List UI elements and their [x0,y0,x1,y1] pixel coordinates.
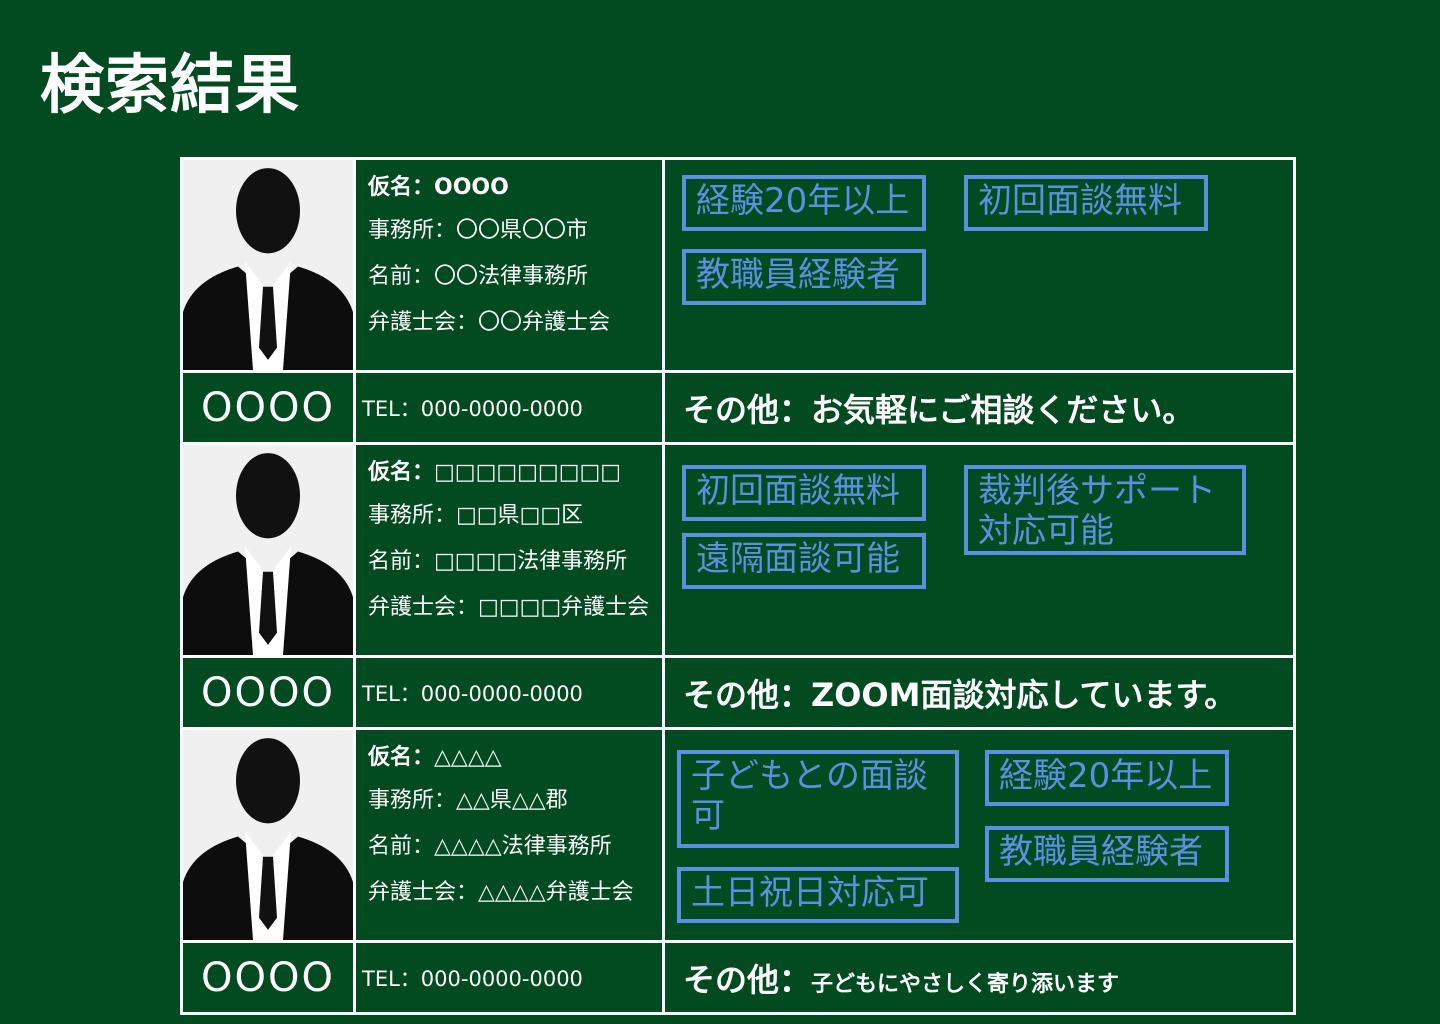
tags-cell: 初回面談無料 裁判後サポート対応可能 遠隔面談可能 [662,442,1296,658]
tag-badge[interactable]: 初回面談無料 [964,175,1208,231]
other-label: その他： [683,390,812,429]
result-row: 仮名：OOOO 事務所：〇〇県〇〇市 名前：〇〇法律事務所 弁護士会：〇〇弁護士… [180,157,1296,373]
lawyer-info-cell: 仮名：△△△△ 事務所：△△県△△郡 名前：△△△△法律事務所 弁護士会：△△△… [353,727,665,943]
tag-badge[interactable]: 初回面談無料 [682,465,926,521]
tags-cell: 子どもとの面談可 経験20年以上 教職員経験者 土日祝日対応可 [662,727,1296,943]
result-contact-row: OOOO TEL：000-0000-0000 その他：ZOOM面談対応しています… [180,655,1296,730]
tag-badge[interactable]: 裁判後サポート対応可能 [964,465,1246,555]
person-silhouette-icon [184,731,352,939]
other-text: 子どもにやさしく寄り添います [811,971,1120,997]
bar-association-text: 弁護士会：△△△△弁護士会 [368,880,634,905]
person-silhouette-icon [184,446,352,654]
lawyer-photo-cell [180,157,356,373]
other-text: お気軽にご相談ください。 [811,390,1195,429]
alias-text: 仮名：□□□□□□□□□ [368,460,622,485]
bar-association-text: 弁護士会：〇〇弁護士会 [368,310,611,335]
result-row: 仮名：□□□□□□□□□ 事務所：□□県□□区 名前：□□□□法律事務所 弁護士… [180,442,1296,658]
lawyer-photo-cell [180,442,356,658]
bar-association-text: 弁護士会：□□□□弁護士会 [368,595,650,620]
other-label: その他： [683,960,812,999]
other-note: その他：ZOOM面談対応しています。 [662,655,1296,730]
lawyer-name: OOOO [180,655,356,730]
tel-text: TEL：000-0000-0000 [353,940,665,1015]
tag-badge[interactable]: 遠隔面談可能 [682,533,926,589]
tag-badge[interactable]: 経験20年以上 [985,750,1229,806]
result-contact-row: OOOO TEL：000-0000-0000 その他：お気軽にご相談ください。 [180,370,1296,445]
tags-cell: 経験20年以上 初回面談無料 教職員経験者 [662,157,1296,373]
other-note: その他：お気軽にご相談ください。 [662,370,1296,445]
firm-text: 名前：〇〇法律事務所 [368,264,589,289]
tel-text: TEL：000-0000-0000 [353,370,665,445]
office-text: 事務所：□□県□□区 [368,503,584,528]
lawyer-info-cell: 仮名：OOOO 事務所：〇〇県〇〇市 名前：〇〇法律事務所 弁護士会：〇〇弁護士… [353,157,665,373]
tag-badge[interactable]: 教職員経験者 [682,249,926,305]
lawyer-photo-cell [180,727,356,943]
office-text: 事務所：〇〇県〇〇市 [368,218,589,243]
other-label: その他： [683,675,812,714]
other-note: その他：子どもにやさしく寄り添います [662,940,1296,1015]
search-results-table: 仮名：OOOO 事務所：〇〇県〇〇市 名前：〇〇法律事務所 弁護士会：〇〇弁護士… [180,157,1296,1015]
alias-text: 仮名：OOOO [368,175,509,200]
lawyer-name: OOOO [180,370,356,445]
person-silhouette-icon [184,161,352,369]
tag-badge[interactable]: 土日祝日対応可 [677,867,959,923]
firm-text: 名前：□□□□法律事務所 [368,549,628,574]
tag-badge[interactable]: 教職員経験者 [985,826,1229,882]
result-contact-row: OOOO TEL：000-0000-0000 その他：子どもにやさしく寄り添いま… [180,940,1296,1015]
firm-text: 名前：△△△△法律事務所 [368,834,612,859]
tag-badge[interactable]: 子どもとの面談可 [677,750,959,848]
page-title: 検索結果 [40,49,300,123]
tag-badge[interactable]: 経験20年以上 [682,175,926,231]
office-text: 事務所：△△県△△郡 [368,788,568,813]
alias-text: 仮名：△△△△ [368,745,502,770]
lawyer-name: OOOO [180,940,356,1015]
lawyer-info-cell: 仮名：□□□□□□□□□ 事務所：□□県□□区 名前：□□□□法律事務所 弁護士… [353,442,665,658]
other-text: ZOOM面談対応しています。 [811,675,1237,714]
tel-text: TEL：000-0000-0000 [353,655,665,730]
result-row: 仮名：△△△△ 事務所：△△県△△郡 名前：△△△△法律事務所 弁護士会：△△△… [180,727,1296,943]
